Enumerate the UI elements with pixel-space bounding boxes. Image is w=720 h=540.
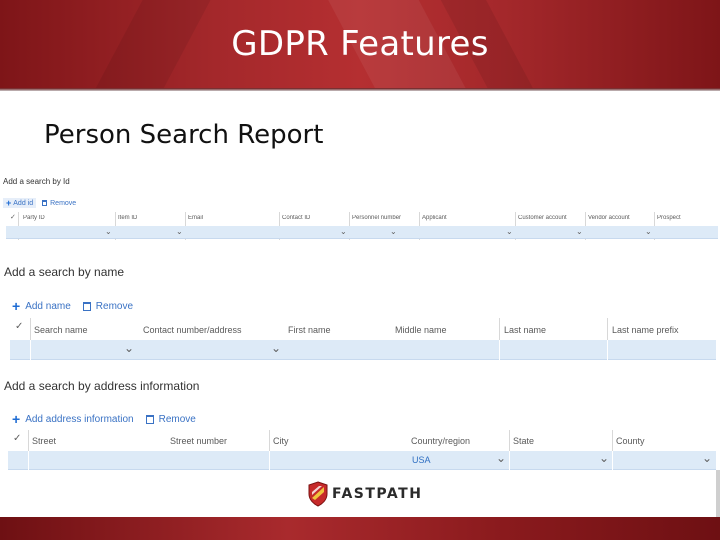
column-header[interactable]: Vendor account (588, 215, 630, 221)
column-header[interactable]: Search name (34, 325, 88, 335)
cell-divider (30, 340, 31, 360)
country-region-value[interactable]: USA (412, 455, 431, 465)
chevron-down-icon[interactable]: ⌄ (271, 341, 281, 355)
remove-name-button[interactable]: Remove (82, 300, 134, 312)
shield-logo-icon (308, 481, 328, 507)
address-grid: ✓ Street Street number City Country/regi… (8, 430, 716, 470)
add-address-label: Add address information (25, 413, 134, 425)
chevron-down-icon[interactable]: ⌄ (124, 341, 134, 355)
chevron-down-icon[interactable]: ⌄ (390, 227, 397, 236)
page-subtitle: Person Search Report (44, 120, 324, 150)
chevron-down-icon[interactable]: ⌄ (645, 227, 652, 236)
cell-divider (509, 451, 510, 470)
chevron-down-icon[interactable]: ⌄ (176, 227, 183, 236)
footer-band (0, 517, 720, 540)
name-grid: ✓ Search name Contact number/address Fir… (10, 318, 716, 360)
column-header[interactable]: Email (188, 215, 203, 221)
trash-icon (145, 414, 154, 424)
chevron-down-icon[interactable]: ⌄ (496, 451, 506, 465)
cell-divider (269, 451, 270, 470)
column-header[interactable]: Personnel number (352, 215, 401, 221)
slide-edge (716, 470, 720, 517)
chevron-down-icon[interactable]: ⌄ (576, 227, 583, 236)
column-header[interactable]: City (273, 436, 289, 446)
add-id-label: Add id (13, 199, 34, 207)
cell-divider (607, 340, 608, 360)
logo-text: FASTPATH (332, 486, 423, 502)
trash-icon (42, 200, 48, 206)
column-header[interactable]: Street number (170, 436, 227, 446)
column-header[interactable]: Last name (504, 325, 546, 335)
slide-header: GDPR Features (0, 0, 720, 88)
add-address-button[interactable]: + Add address information (12, 411, 134, 427)
plus-icon: + (12, 411, 21, 427)
cell-divider (499, 340, 500, 360)
address-input-row[interactable]: USA ⌄ ⌄ ⌄ (8, 451, 716, 470)
section-title-name: Add a search by name (4, 265, 125, 279)
slide-title: GDPR Features (231, 24, 489, 64)
checkmark-icon[interactable]: ✓ (13, 433, 21, 444)
column-header[interactable]: County (616, 436, 645, 446)
remove-address-button[interactable]: Remove (145, 413, 196, 425)
remove-name-label: Remove (95, 300, 134, 312)
column-header[interactable]: Contact number/address (143, 325, 242, 335)
header-divider (0, 88, 720, 91)
plus-icon: + (12, 298, 21, 314)
cell-divider (28, 451, 29, 470)
remove-id-label: Remove (50, 199, 77, 207)
column-header[interactable]: Last name prefix (612, 325, 679, 335)
trash-icon (82, 301, 91, 311)
remove-id-button[interactable]: Remove (42, 200, 76, 207)
cell-divider (612, 451, 613, 470)
column-header[interactable]: Prospect (657, 215, 681, 221)
add-id-button[interactable]: + Add id (3, 198, 37, 208)
section-title-id: Add a search by Id (3, 177, 70, 186)
checkmark-icon[interactable]: ✓ (10, 213, 16, 221)
column-header[interactable]: Customer account (518, 215, 567, 221)
column-header[interactable]: First name (288, 325, 331, 335)
fastpath-logo: FASTPATH (308, 481, 422, 507)
add-name-label: Add name (25, 300, 71, 312)
add-name-button[interactable]: + Add name (12, 298, 71, 314)
column-header[interactable]: Contact ID (282, 215, 310, 221)
column-header[interactable]: Applicant (422, 215, 447, 221)
column-header[interactable]: State (513, 436, 534, 446)
column-header[interactable]: Item ID (118, 215, 137, 221)
toolbar-address: + Add address information Remove (12, 411, 196, 427)
remove-address-label: Remove (158, 413, 196, 425)
chevron-down-icon[interactable]: ⌄ (105, 227, 112, 236)
column-header[interactable]: Street (32, 436, 56, 446)
id-grid: ✓ Party ID Item ID Email Contact ID Pers… (6, 212, 718, 240)
section-title-address: Add a search by address information (4, 379, 200, 393)
column-header[interactable]: Middle name (395, 325, 447, 335)
checkmark-icon[interactable]: ✓ (15, 321, 23, 332)
toolbar-id: + Add id Remove (3, 198, 76, 208)
toolbar-name: + Add name Remove (12, 298, 133, 314)
chevron-down-icon[interactable]: ⌄ (340, 227, 347, 236)
chevron-down-icon[interactable]: ⌄ (506, 227, 513, 236)
id-input-row[interactable]: ⌄ ⌄ ⌄ ⌄ ⌄ ⌄ ⌄ (6, 226, 718, 239)
column-header[interactable]: Party ID (23, 215, 45, 221)
chevron-down-icon[interactable]: ⌄ (599, 451, 609, 465)
chevron-down-icon[interactable]: ⌄ (702, 451, 712, 465)
name-input-row[interactable]: ⌄ ⌄ (10, 340, 716, 360)
column-header[interactable]: Country/region (411, 436, 470, 446)
plus-icon: + (6, 198, 12, 208)
